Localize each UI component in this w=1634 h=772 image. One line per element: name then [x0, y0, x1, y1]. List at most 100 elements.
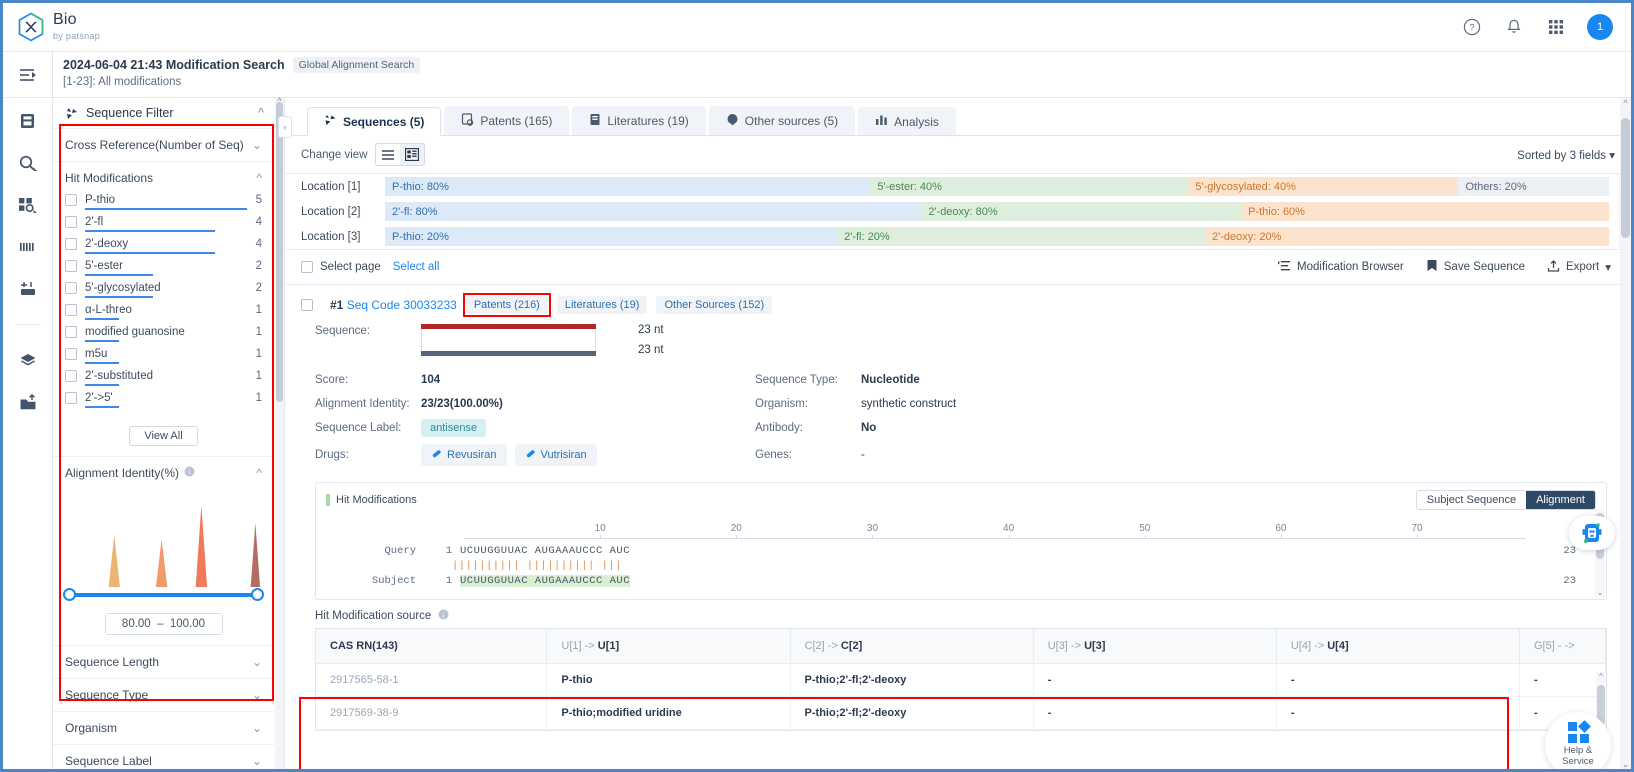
toggle-subject-sequence[interactable]: Subject Sequence — [1416, 491, 1527, 509]
modification-checkbox[interactable] — [65, 238, 77, 250]
chat-bot-button[interactable] — [1569, 516, 1615, 550]
modification-checkbox[interactable] — [65, 370, 77, 382]
modification-browser-button[interactable]: Modification Browser — [1278, 260, 1404, 275]
chevron-up-icon[interactable]: ^ — [256, 466, 262, 480]
slider-knob-max[interactable] — [251, 588, 264, 601]
modification-checkbox[interactable] — [65, 304, 77, 316]
scroll-down-arrow[interactable]: ⌄ — [1595, 588, 1605, 597]
modification-checkbox[interactable] — [65, 348, 77, 360]
chart-segment[interactable]: P-thio: 20% — [385, 227, 838, 246]
result-chip-patents[interactable]: Patents (216) — [462, 293, 551, 317]
result-index-and-code[interactable]: #1 Seq Code 30033233 — [330, 298, 457, 312]
user-avatar[interactable]: 1 — [1587, 14, 1613, 40]
select-all-link[interactable]: Select all — [393, 261, 440, 273]
info-icon[interactable]: i — [438, 609, 449, 623]
grid-view-button[interactable] — [400, 144, 425, 165]
panel-collapse-toggle[interactable]: ‹ — [278, 116, 292, 138]
chevron-down-icon[interactable]: ⌄ — [252, 721, 262, 735]
modification-filter-item[interactable]: 2'-deoxy 4 — [65, 238, 262, 254]
filter-section-sequence-length[interactable]: Sequence Length ⌄ — [53, 645, 274, 678]
bell-icon[interactable] — [1503, 16, 1525, 38]
table-row[interactable]: 2917565-58-1 P-thio P-thio;2'-fl;2'-deoxy -… — [316, 663, 1606, 697]
chart-segment[interactable]: 2'-fl: 80% — [385, 202, 922, 221]
chart-segment[interactable]: P-thio: 80% — [385, 177, 871, 196]
tab-other[interactable]: Other sources (5) — [708, 106, 856, 135]
chevron-up-icon[interactable]: ^ — [258, 106, 264, 120]
filter-scrollbar[interactable]: ^ — [275, 96, 284, 769]
filter-section-sequence-label[interactable]: Sequence Label ⌄ — [53, 744, 274, 769]
chevron-up-icon[interactable]: ^ — [256, 171, 262, 185]
chart-segment[interactable]: 2'-fl: 20% — [837, 227, 1206, 246]
chart-segment[interactable]: 5'-ester: 40% — [870, 177, 1189, 196]
view-all-button[interactable]: View All — [129, 426, 198, 446]
modification-filter-item[interactable]: 5'-ester 2 — [65, 260, 262, 276]
chart-segment[interactable]: Others: 20% — [1458, 177, 1609, 196]
modification-filter-item[interactable]: 2'-fl 4 — [65, 216, 262, 232]
modification-filter-item[interactable]: 2'-substituted 1 — [65, 370, 262, 386]
drug-chip[interactable]: Revusiran — [421, 444, 507, 466]
filter-section-sequence-type[interactable]: Sequence Type ⌄ — [53, 678, 274, 711]
alignment-identity-header[interactable]: Alignment Identity(%) i ^ — [53, 457, 274, 489]
modification-filter-item[interactable]: P-thio 5 — [65, 194, 262, 210]
help-circle-icon[interactable]: ? — [1461, 16, 1483, 38]
rail-collapse-toggle[interactable] — [3, 52, 52, 98]
sort-dropdown[interactable]: Sorted by 3 fields ▾ — [1517, 148, 1615, 162]
identity-range-slider[interactable] — [63, 587, 264, 603]
result-chip-literatures[interactable]: Literatures (19) — [556, 296, 648, 314]
modification-checkbox[interactable] — [65, 282, 77, 294]
barcode-icon[interactable] — [16, 236, 40, 258]
save-sequence-button[interactable]: Save Sequence — [1426, 259, 1525, 275]
brand-logo[interactable]: Bio by patsnap — [17, 11, 100, 42]
structure-search-icon[interactable] — [16, 194, 40, 216]
compare-icon[interactable] — [16, 278, 40, 300]
scroll-up-arrow[interactable]: ^ — [1596, 672, 1606, 681]
export-button[interactable]: Export ▾ — [1547, 259, 1611, 275]
scroll-up-arrow[interactable]: ^ — [1620, 98, 1631, 108]
chart-segment[interactable]: 2'-deoxy: 20% — [1205, 227, 1609, 246]
tab-analysis[interactable]: Analysis — [858, 107, 956, 135]
identity-range-value[interactable]: 80.00 – 100.00 — [104, 613, 223, 635]
filter-section-organism[interactable]: Organism ⌄ — [53, 711, 274, 744]
chevron-down-icon[interactable]: ⌄ — [252, 688, 262, 702]
tab-literatures[interactable]: Literatures (19) — [572, 106, 706, 135]
result-chip-other-sources[interactable]: Other Sources (152) — [656, 296, 773, 314]
filter-scroll-thumb[interactable] — [276, 102, 283, 402]
modification-checkbox[interactable] — [65, 326, 77, 338]
saved-icon[interactable] — [16, 110, 40, 132]
modification-filter-item[interactable]: m5u 1 — [65, 348, 262, 364]
select-page-checkbox[interactable] — [301, 261, 313, 273]
help-and-service-button[interactable]: Help & Service — [1545, 712, 1611, 769]
page-scrollbar[interactable]: ^ ⌄ — [1620, 98, 1631, 769]
chevron-down-icon[interactable]: ⌄ — [252, 754, 262, 768]
modification-filter-item[interactable]: 2'->5' 1 — [65, 392, 262, 408]
table-row[interactable]: 2917569-38-9 P-thio;modified uridine P-thi… — [316, 696, 1606, 730]
layers-icon[interactable] — [16, 349, 40, 371]
modification-checkbox[interactable] — [65, 260, 77, 272]
modification-checkbox[interactable] — [65, 392, 77, 404]
chevron-down-icon[interactable]: ⌄ — [252, 138, 262, 152]
upload-icon[interactable] — [16, 391, 40, 413]
filter-section-cross-reference[interactable]: Cross Reference(Number of Seq) ⌄ — [53, 128, 274, 161]
modification-checkbox[interactable] — [65, 216, 77, 228]
chart-segment[interactable]: 5'-glycosylated: 40% — [1188, 177, 1459, 196]
tab-patents[interactable]: Patents (165) — [444, 106, 570, 135]
tab-sequences[interactable]: Sequences (5) — [307, 107, 442, 136]
search-icon[interactable] — [16, 152, 40, 174]
modification-filter-item[interactable]: α-L-threo 1 — [65, 304, 262, 320]
result-checkbox[interactable] — [301, 299, 313, 311]
page-scroll-thumb[interactable] — [1621, 118, 1630, 238]
grid-apps-icon[interactable] — [1545, 16, 1567, 38]
list-view-button[interactable] — [376, 144, 401, 165]
chart-segment[interactable]: P-thio: 60% — [1241, 202, 1609, 221]
chart-segment[interactable]: 2'-deoxy: 80% — [921, 202, 1242, 221]
hit-modifications-header[interactable]: Hit Modifications ^ — [53, 162, 274, 194]
scroll-down-arrow[interactable]: ⌄ — [1620, 759, 1631, 769]
info-icon[interactable]: i — [184, 466, 195, 480]
filter-panel-header[interactable]: Sequence Filter ^ — [53, 98, 274, 128]
drug-chip[interactable]: Vutrisiran — [514, 444, 597, 466]
modification-filter-item[interactable]: 5'-glycosylated 2 — [65, 282, 262, 298]
toggle-alignment[interactable]: Alignment — [1526, 491, 1595, 509]
modification-filter-item[interactable]: modified guanosine 1 — [65, 326, 262, 342]
modification-checkbox[interactable] — [65, 194, 77, 206]
slider-knob-min[interactable] — [63, 588, 76, 601]
